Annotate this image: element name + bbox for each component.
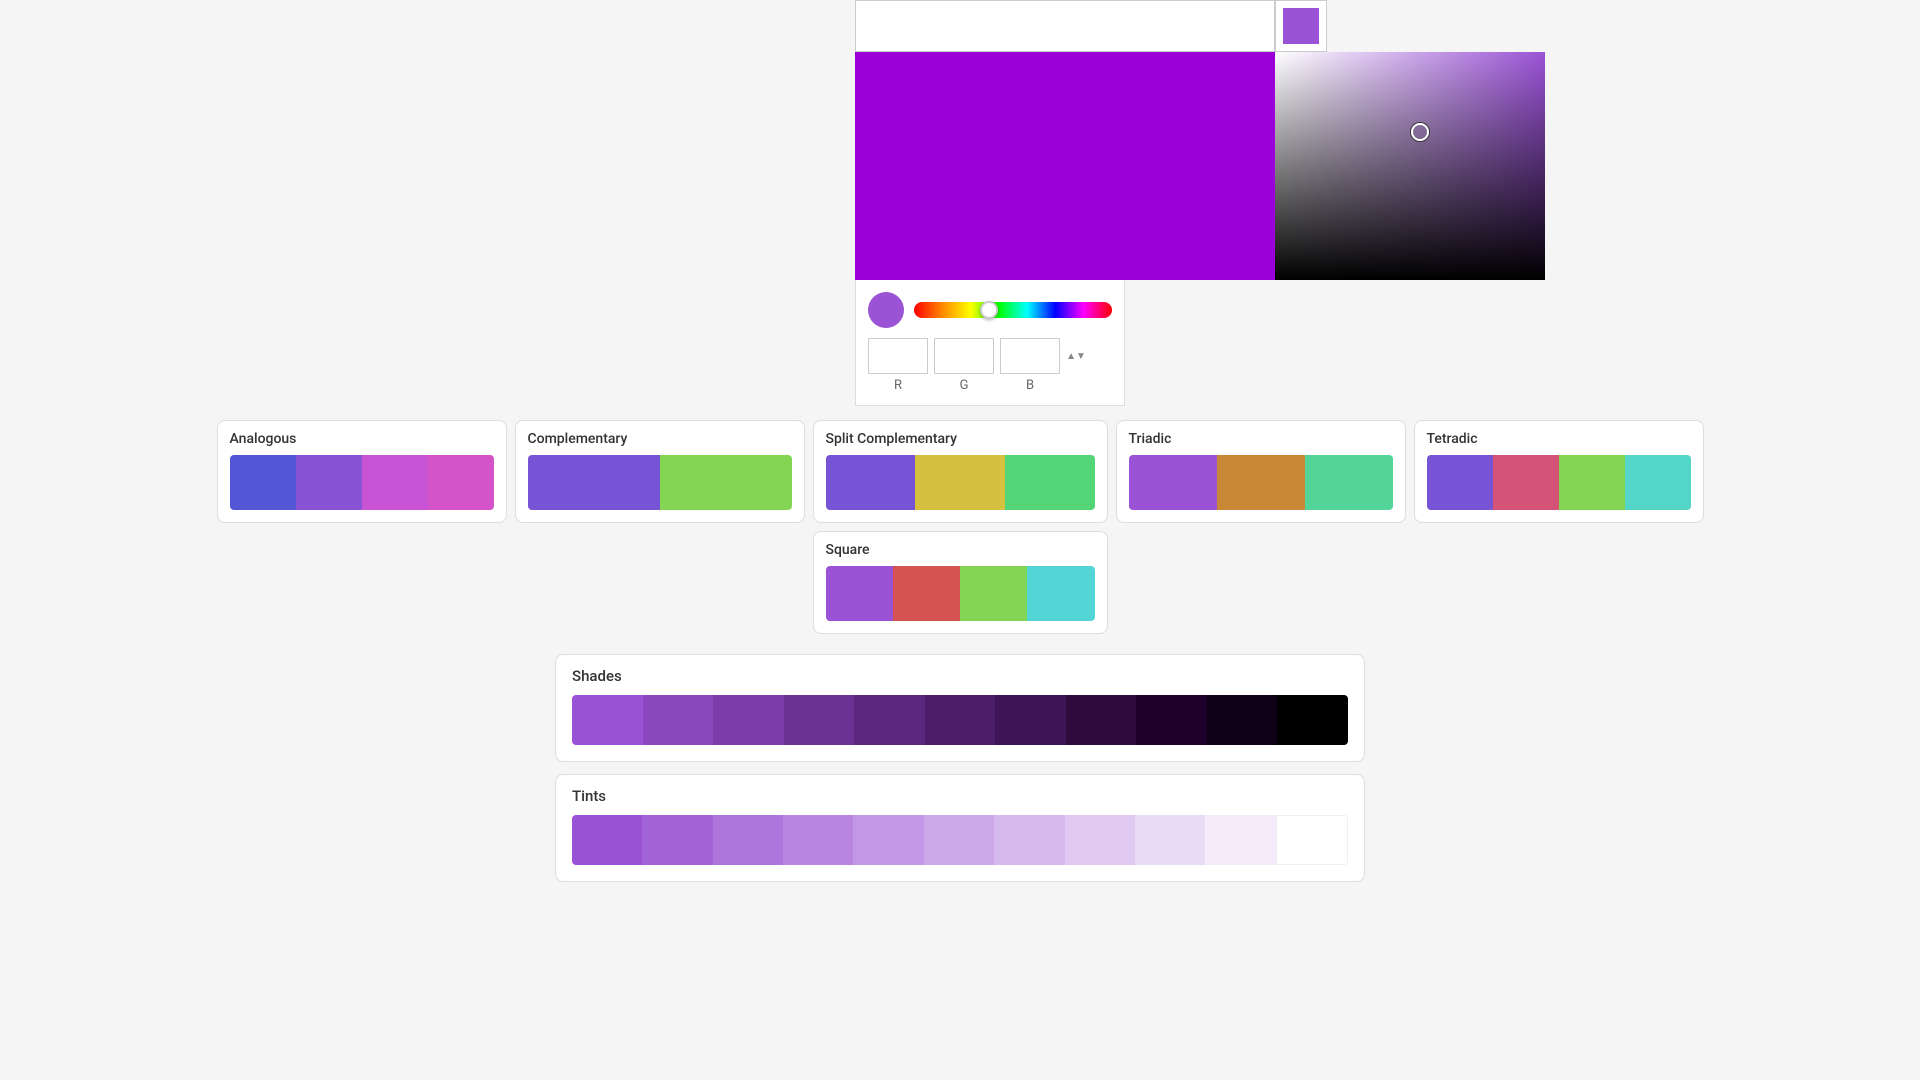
tint-2 bbox=[642, 815, 712, 865]
triadic-colors bbox=[1129, 455, 1393, 510]
complementary-color-1 bbox=[528, 455, 660, 510]
analogous-color-1 bbox=[230, 455, 296, 510]
analogous-colors bbox=[230, 455, 494, 510]
tint-1 bbox=[572, 815, 642, 865]
tint-6 bbox=[924, 815, 994, 865]
r-input[interactable]: 154 bbox=[868, 338, 928, 374]
tints-strip bbox=[572, 815, 1348, 865]
shade-3 bbox=[713, 695, 784, 745]
tint-8 bbox=[1065, 815, 1135, 865]
tints-title: Tints bbox=[572, 787, 1348, 805]
shade-8 bbox=[1066, 695, 1137, 745]
color-input-row: #9a53d5 bbox=[855, 0, 1555, 52]
square-row: Square bbox=[0, 527, 1920, 638]
complementary-card[interactable]: Complementary bbox=[515, 420, 805, 523]
harmony-section: Analogous Complementary Split Compleme bbox=[0, 416, 1920, 638]
square-card[interactable]: Square bbox=[813, 531, 1108, 634]
tetradic-color-3 bbox=[1559, 455, 1625, 510]
tetradic-color-1 bbox=[1427, 455, 1493, 510]
analogous-title: Analogous bbox=[230, 431, 494, 447]
color-swatch bbox=[1283, 8, 1319, 44]
rgb-arrows[interactable]: ▲▼ bbox=[1066, 351, 1086, 362]
sc-color-2 bbox=[915, 455, 1005, 510]
tint-7 bbox=[994, 815, 1064, 865]
tetradic-colors bbox=[1427, 455, 1691, 510]
tint-3 bbox=[713, 815, 783, 865]
square-title: Square bbox=[826, 542, 1095, 558]
harmony-row-1: Analogous Complementary Split Compleme bbox=[0, 416, 1920, 527]
shade-1 bbox=[572, 695, 643, 745]
split-complementary-card[interactable]: Split Complementary bbox=[813, 420, 1108, 523]
complementary-title: Complementary bbox=[528, 431, 792, 447]
tint-11 bbox=[1276, 815, 1348, 865]
main-container: #9a53d5 bbox=[0, 0, 1920, 888]
tint-9 bbox=[1135, 815, 1205, 865]
hue-slider[interactable] bbox=[914, 302, 1112, 318]
tint-5 bbox=[853, 815, 923, 865]
picker-area bbox=[855, 52, 1555, 280]
gradient-panel[interactable] bbox=[1275, 52, 1545, 280]
picker-controls: 154 83 213 ▲▼ R G B bbox=[855, 280, 1125, 406]
g-input[interactable]: 83 bbox=[934, 338, 994, 374]
square-colors bbox=[826, 566, 1095, 621]
sc-color-3 bbox=[1005, 455, 1095, 510]
shade-2 bbox=[643, 695, 714, 745]
shade-9 bbox=[1136, 695, 1207, 745]
analogous-card[interactable]: Analogous bbox=[217, 420, 507, 523]
triadic-color-2 bbox=[1217, 455, 1305, 510]
picker-color-circle bbox=[868, 292, 904, 328]
complementary-color-2 bbox=[660, 455, 792, 510]
hex-input[interactable]: #9a53d5 bbox=[855, 0, 1275, 52]
split-complementary-colors bbox=[826, 455, 1095, 510]
triadic-title: Triadic bbox=[1129, 431, 1393, 447]
rgb-labels-row: R G B bbox=[868, 378, 1112, 393]
analogous-color-2 bbox=[296, 455, 362, 510]
tint-10 bbox=[1205, 815, 1275, 865]
square-color-2 bbox=[893, 566, 960, 621]
shade-5 bbox=[854, 695, 925, 745]
triadic-card[interactable]: Triadic bbox=[1116, 420, 1406, 523]
shades-title: Shades bbox=[572, 667, 1348, 685]
shade-6 bbox=[925, 695, 996, 745]
tints-card[interactable]: Tints bbox=[555, 774, 1365, 882]
sc-color-1 bbox=[826, 455, 916, 510]
b-label: B bbox=[1000, 378, 1060, 393]
hue-thumb bbox=[980, 301, 998, 319]
tint-4 bbox=[783, 815, 853, 865]
analogous-color-4 bbox=[428, 455, 494, 510]
shades-card[interactable]: Shades bbox=[555, 654, 1365, 762]
picker-color-row bbox=[868, 292, 1112, 328]
shade-7 bbox=[995, 695, 1066, 745]
tetradic-title: Tetradic bbox=[1427, 431, 1691, 447]
r-label: R bbox=[868, 378, 928, 393]
shade-4 bbox=[784, 695, 855, 745]
tetradic-color-4 bbox=[1625, 455, 1691, 510]
square-color-4 bbox=[1027, 566, 1094, 621]
g-label: G bbox=[934, 378, 994, 393]
tetradic-card[interactable]: Tetradic bbox=[1414, 420, 1704, 523]
shades-strip bbox=[572, 695, 1348, 745]
shade-11 bbox=[1277, 695, 1348, 745]
square-color-3 bbox=[960, 566, 1027, 621]
split-complementary-title: Split Complementary bbox=[826, 431, 1095, 447]
complementary-colors bbox=[528, 455, 792, 510]
b-input[interactable]: 213 bbox=[1000, 338, 1060, 374]
square-color-1 bbox=[826, 566, 893, 621]
tetradic-color-2 bbox=[1493, 455, 1559, 510]
shade-10 bbox=[1207, 695, 1278, 745]
triadic-color-1 bbox=[1129, 455, 1217, 510]
color-picker-section: #9a53d5 bbox=[855, 0, 1555, 406]
analogous-color-3 bbox=[362, 455, 428, 510]
picker-cursor bbox=[1411, 123, 1429, 141]
shades-tints-section: Shades Tints bbox=[0, 648, 1920, 888]
color-preview bbox=[855, 52, 1275, 280]
color-swatch-box[interactable] bbox=[1275, 0, 1327, 52]
triadic-color-3 bbox=[1305, 455, 1393, 510]
rgb-inputs-row: 154 83 213 ▲▼ bbox=[868, 338, 1112, 374]
